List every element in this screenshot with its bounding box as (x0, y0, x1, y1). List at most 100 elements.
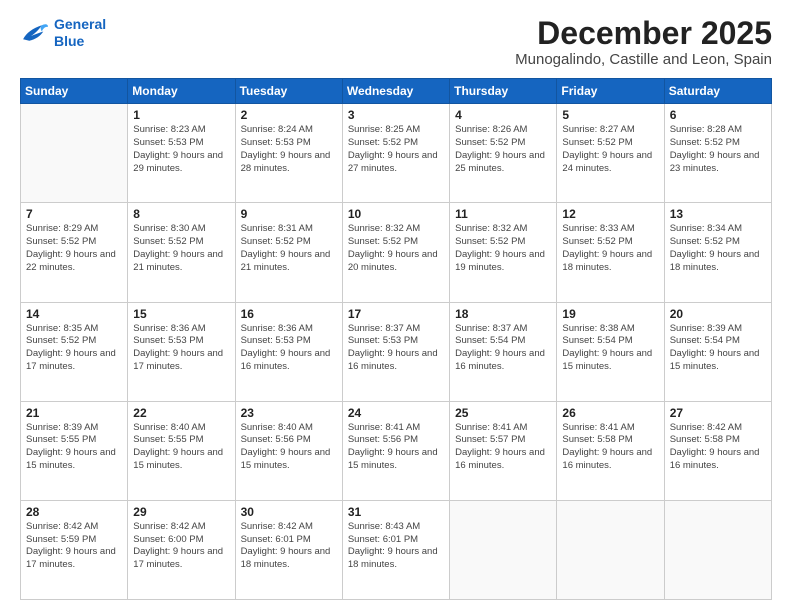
table-row (21, 104, 128, 203)
header: General Blue December 2025 Munogalindo, … (20, 16, 772, 68)
table-row: 30 Sunrise: 8:42 AMSunset: 6:01 PMDaylig… (235, 500, 342, 599)
day-number: 10 (348, 207, 444, 221)
day-info: Sunrise: 8:38 AMSunset: 5:54 PMDaylight:… (562, 323, 658, 374)
table-row (450, 500, 557, 599)
day-number: 13 (670, 207, 766, 221)
day-info: Sunrise: 8:35 AMSunset: 5:52 PMDaylight:… (26, 323, 122, 374)
day-info: Sunrise: 8:41 AMSunset: 5:57 PMDaylight:… (455, 422, 551, 473)
day-info: Sunrise: 8:32 AMSunset: 5:52 PMDaylight:… (348, 223, 444, 274)
day-number: 7 (26, 207, 122, 221)
table-row: 2 Sunrise: 8:24 AMSunset: 5:53 PMDayligh… (235, 104, 342, 203)
day-info: Sunrise: 8:26 AMSunset: 5:52 PMDaylight:… (455, 124, 551, 175)
table-row: 18 Sunrise: 8:37 AMSunset: 5:54 PMDaylig… (450, 302, 557, 401)
day-info: Sunrise: 8:28 AMSunset: 5:52 PMDaylight:… (670, 124, 766, 175)
day-number: 29 (133, 505, 229, 519)
table-row: 11 Sunrise: 8:32 AMSunset: 5:52 PMDaylig… (450, 203, 557, 302)
table-row: 10 Sunrise: 8:32 AMSunset: 5:52 PMDaylig… (342, 203, 449, 302)
day-info: Sunrise: 8:36 AMSunset: 5:53 PMDaylight:… (133, 323, 229, 374)
calendar-row: 21 Sunrise: 8:39 AMSunset: 5:55 PMDaylig… (21, 401, 772, 500)
day-info: Sunrise: 8:40 AMSunset: 5:55 PMDaylight:… (133, 422, 229, 473)
day-number: 9 (241, 207, 337, 221)
day-number: 23 (241, 406, 337, 420)
table-row: 15 Sunrise: 8:36 AMSunset: 5:53 PMDaylig… (128, 302, 235, 401)
title-block: December 2025 Munogalindo, Castille and … (515, 16, 772, 68)
day-info: Sunrise: 8:39 AMSunset: 5:54 PMDaylight:… (670, 323, 766, 374)
table-row: 9 Sunrise: 8:31 AMSunset: 5:52 PMDayligh… (235, 203, 342, 302)
calendar-row: 28 Sunrise: 8:42 AMSunset: 5:59 PMDaylig… (21, 500, 772, 599)
page: General Blue December 2025 Munogalindo, … (0, 0, 792, 612)
col-saturday: Saturday (664, 79, 771, 104)
day-number: 2 (241, 108, 337, 122)
table-row: 1 Sunrise: 8:23 AMSunset: 5:53 PMDayligh… (128, 104, 235, 203)
table-row: 24 Sunrise: 8:41 AMSunset: 5:56 PMDaylig… (342, 401, 449, 500)
location-title: Munogalindo, Castille and Leon, Spain (515, 51, 772, 68)
calendar-header-row: Sunday Monday Tuesday Wednesday Thursday… (21, 79, 772, 104)
day-number: 27 (670, 406, 766, 420)
day-info: Sunrise: 8:31 AMSunset: 5:52 PMDaylight:… (241, 223, 337, 274)
calendar-table: Sunday Monday Tuesday Wednesday Thursday… (20, 78, 772, 600)
day-info: Sunrise: 8:30 AMSunset: 5:52 PMDaylight:… (133, 223, 229, 274)
col-monday: Monday (128, 79, 235, 104)
day-number: 30 (241, 505, 337, 519)
logo-line2: Blue (54, 33, 84, 49)
table-row: 25 Sunrise: 8:41 AMSunset: 5:57 PMDaylig… (450, 401, 557, 500)
day-info: Sunrise: 8:33 AMSunset: 5:52 PMDaylight:… (562, 223, 658, 274)
day-number: 6 (670, 108, 766, 122)
day-number: 26 (562, 406, 658, 420)
day-info: Sunrise: 8:41 AMSunset: 5:58 PMDaylight:… (562, 422, 658, 473)
day-info: Sunrise: 8:42 AMSunset: 6:01 PMDaylight:… (241, 521, 337, 572)
table-row: 17 Sunrise: 8:37 AMSunset: 5:53 PMDaylig… (342, 302, 449, 401)
calendar-row: 14 Sunrise: 8:35 AMSunset: 5:52 PMDaylig… (21, 302, 772, 401)
col-thursday: Thursday (450, 79, 557, 104)
day-number: 24 (348, 406, 444, 420)
day-info: Sunrise: 8:23 AMSunset: 5:53 PMDaylight:… (133, 124, 229, 175)
day-number: 3 (348, 108, 444, 122)
table-row: 3 Sunrise: 8:25 AMSunset: 5:52 PMDayligh… (342, 104, 449, 203)
table-row: 13 Sunrise: 8:34 AMSunset: 5:52 PMDaylig… (664, 203, 771, 302)
day-number: 5 (562, 108, 658, 122)
col-friday: Friday (557, 79, 664, 104)
day-number: 25 (455, 406, 551, 420)
table-row (664, 500, 771, 599)
col-sunday: Sunday (21, 79, 128, 104)
day-info: Sunrise: 8:25 AMSunset: 5:52 PMDaylight:… (348, 124, 444, 175)
day-info: Sunrise: 8:40 AMSunset: 5:56 PMDaylight:… (241, 422, 337, 473)
calendar-row: 7 Sunrise: 8:29 AMSunset: 5:52 PMDayligh… (21, 203, 772, 302)
day-info: Sunrise: 8:37 AMSunset: 5:54 PMDaylight:… (455, 323, 551, 374)
day-info: Sunrise: 8:36 AMSunset: 5:53 PMDaylight:… (241, 323, 337, 374)
day-number: 16 (241, 307, 337, 321)
day-info: Sunrise: 8:42 AMSunset: 5:58 PMDaylight:… (670, 422, 766, 473)
day-number: 17 (348, 307, 444, 321)
day-number: 20 (670, 307, 766, 321)
table-row: 22 Sunrise: 8:40 AMSunset: 5:55 PMDaylig… (128, 401, 235, 500)
day-info: Sunrise: 8:42 AMSunset: 5:59 PMDaylight:… (26, 521, 122, 572)
day-info: Sunrise: 8:37 AMSunset: 5:53 PMDaylight:… (348, 323, 444, 374)
table-row: 23 Sunrise: 8:40 AMSunset: 5:56 PMDaylig… (235, 401, 342, 500)
logo-text: General Blue (54, 16, 106, 50)
table-row (557, 500, 664, 599)
day-info: Sunrise: 8:34 AMSunset: 5:52 PMDaylight:… (670, 223, 766, 274)
day-number: 12 (562, 207, 658, 221)
day-number: 1 (133, 108, 229, 122)
month-title: December 2025 (515, 16, 772, 51)
calendar-row: 1 Sunrise: 8:23 AMSunset: 5:53 PMDayligh… (21, 104, 772, 203)
table-row: 16 Sunrise: 8:36 AMSunset: 5:53 PMDaylig… (235, 302, 342, 401)
day-number: 22 (133, 406, 229, 420)
table-row: 7 Sunrise: 8:29 AMSunset: 5:52 PMDayligh… (21, 203, 128, 302)
day-number: 4 (455, 108, 551, 122)
day-info: Sunrise: 8:42 AMSunset: 6:00 PMDaylight:… (133, 521, 229, 572)
table-row: 6 Sunrise: 8:28 AMSunset: 5:52 PMDayligh… (664, 104, 771, 203)
day-info: Sunrise: 8:27 AMSunset: 5:52 PMDaylight:… (562, 124, 658, 175)
logo-icon (20, 22, 48, 44)
table-row: 21 Sunrise: 8:39 AMSunset: 5:55 PMDaylig… (21, 401, 128, 500)
day-number: 18 (455, 307, 551, 321)
table-row: 4 Sunrise: 8:26 AMSunset: 5:52 PMDayligh… (450, 104, 557, 203)
day-info: Sunrise: 8:29 AMSunset: 5:52 PMDaylight:… (26, 223, 122, 274)
col-wednesday: Wednesday (342, 79, 449, 104)
day-info: Sunrise: 8:32 AMSunset: 5:52 PMDaylight:… (455, 223, 551, 274)
table-row: 31 Sunrise: 8:43 AMSunset: 6:01 PMDaylig… (342, 500, 449, 599)
day-number: 15 (133, 307, 229, 321)
table-row: 27 Sunrise: 8:42 AMSunset: 5:58 PMDaylig… (664, 401, 771, 500)
table-row: 14 Sunrise: 8:35 AMSunset: 5:52 PMDaylig… (21, 302, 128, 401)
table-row: 29 Sunrise: 8:42 AMSunset: 6:00 PMDaylig… (128, 500, 235, 599)
